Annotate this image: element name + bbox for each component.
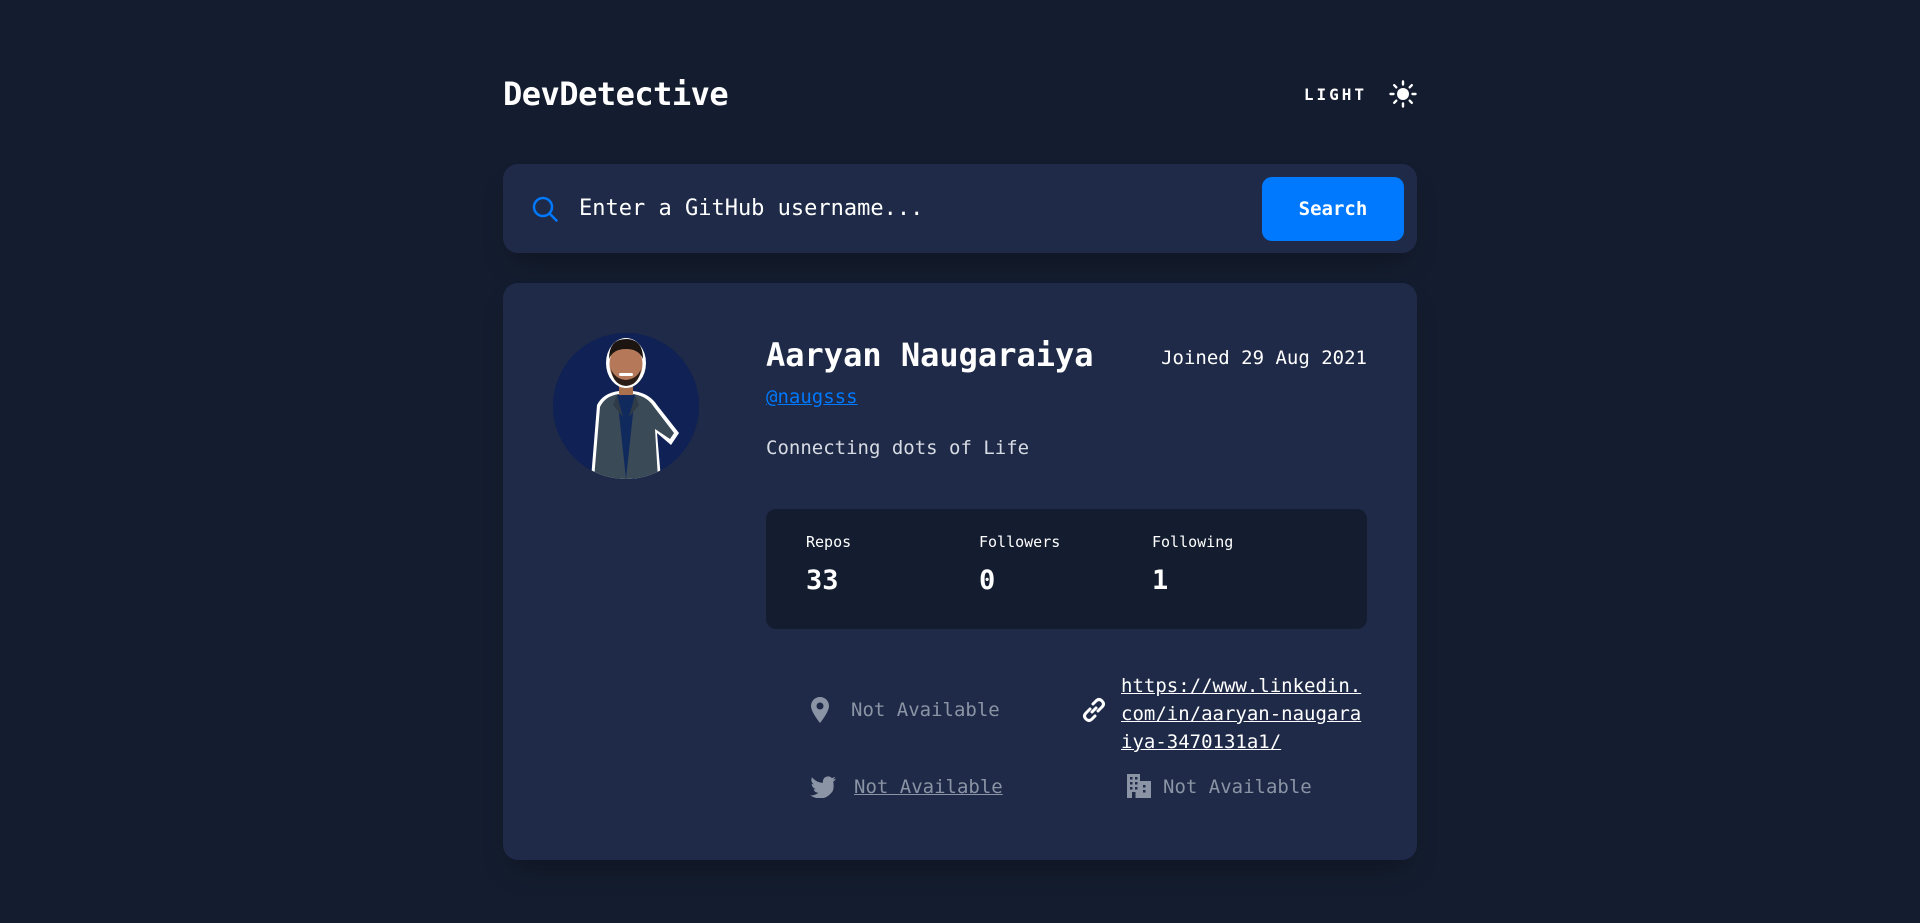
search-bar: Search — [503, 164, 1417, 253]
search-icon — [532, 196, 558, 222]
profile-username-link[interactable]: @naugsss — [766, 386, 858, 408]
location-pin-icon — [811, 697, 829, 723]
twitter-icon — [810, 776, 836, 798]
profile-name: Aaryan Naugaraiya — [766, 336, 1094, 374]
stat-value: 1 — [1152, 565, 1169, 596]
stat-label: Repos — [806, 533, 852, 551]
search-input[interactable] — [579, 188, 1262, 229]
website-link[interactable]: https://www.linkedin.com/in/aaryan-nauga… — [1121, 672, 1366, 756]
stat-followers: Followers 0 — [979, 533, 1060, 596]
stat-label: Following — [1152, 533, 1234, 551]
joined-date: Joined 29 Aug 2021 — [1161, 347, 1367, 369]
info-location: Not Available — [811, 696, 1000, 724]
app-logo: DevDetective — [503, 75, 729, 113]
avatar-image — [553, 333, 699, 479]
theme-toggle-label: LIGHT — [1303, 84, 1367, 104]
sun-icon — [1389, 80, 1417, 108]
twitter-link[interactable]: Not Available — [854, 773, 1003, 801]
link-icon — [1083, 698, 1105, 722]
stat-following: Following 1 — [1152, 533, 1233, 596]
info-twitter: Not Available — [810, 773, 1003, 801]
stat-repos: Repos 33 — [806, 533, 851, 596]
search-button[interactable]: Search — [1262, 176, 1404, 241]
header: DevDetective LIGHT — [503, 72, 1417, 116]
theme-toggle[interactable]: LIGHT — [1304, 80, 1417, 108]
info-website: https://www.linkedin.com/in/aaryan-nauga… — [1080, 672, 1366, 756]
stat-label: Followers — [979, 533, 1061, 551]
stat-value: 0 — [979, 565, 996, 596]
profile-card: Aaryan Naugaraiya Joined 29 Aug 2021 @na… — [503, 283, 1417, 860]
avatar — [553, 333, 699, 479]
location-text: Not Available — [851, 699, 1000, 721]
stats-panel: Repos 33 Followers 0 Following 1 — [766, 509, 1367, 629]
building-icon — [1127, 774, 1151, 798]
profile-bio: Connecting dots of Life — [766, 437, 1030, 459]
info-company: Not Available — [1127, 773, 1312, 801]
stat-value: 33 — [806, 565, 839, 596]
company-text: Not Available — [1163, 776, 1312, 798]
